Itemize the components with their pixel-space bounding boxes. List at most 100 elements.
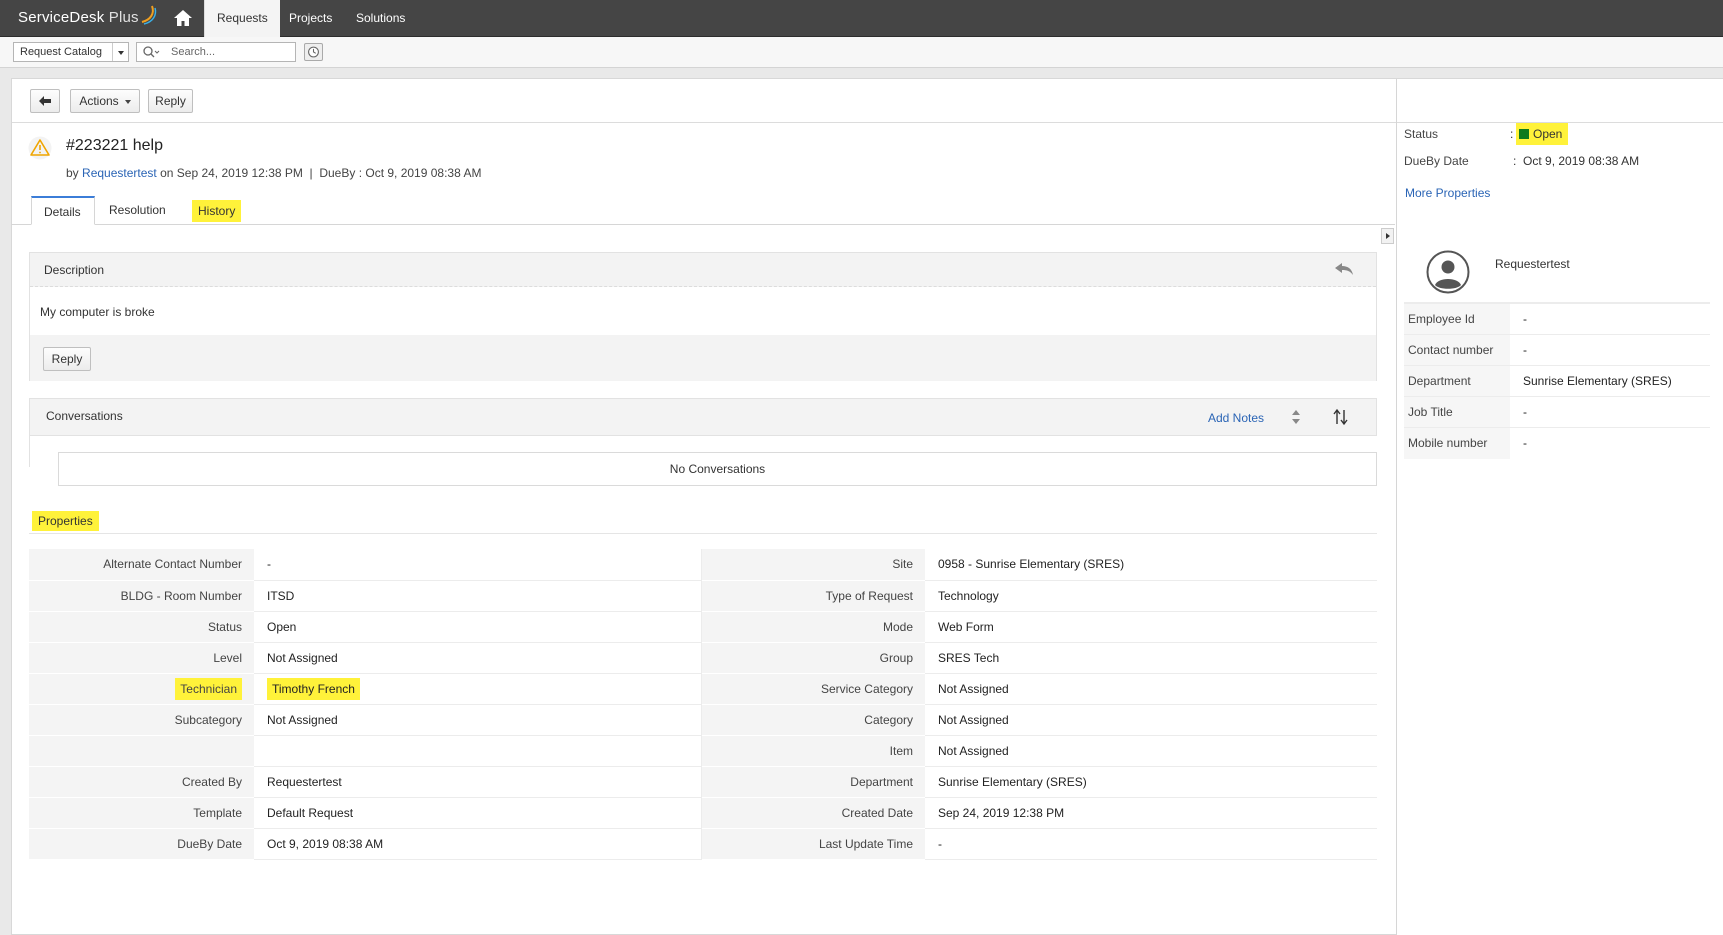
- property-label: Last Update Time: [701, 828, 925, 860]
- schedule-clock-icon[interactable]: [304, 43, 323, 61]
- reply-arrow-icon[interactable]: [1334, 262, 1354, 276]
- action-bar: Actions Reply: [12, 79, 1396, 123]
- property-value: Oct 9, 2019 08:38 AM: [254, 828, 702, 860]
- properties-title: Properties: [32, 511, 99, 531]
- property-label-text: DueBy Date: [177, 836, 242, 851]
- property-label: Status: [29, 611, 254, 643]
- property-value: SRES Tech: [925, 642, 1377, 674]
- property-value-text: Sep 24, 2019 12:38 PM: [938, 805, 1065, 820]
- add-notes-link[interactable]: Add Notes: [1208, 411, 1264, 425]
- property-value: Web Form: [925, 611, 1377, 643]
- tab-resolution[interactable]: Resolution: [97, 196, 178, 225]
- side-status-value: Open: [1516, 123, 1569, 145]
- property-label-text: Status: [207, 619, 242, 634]
- property-value-text: Timothy French: [267, 677, 360, 700]
- search-icon: [143, 46, 160, 58]
- property-label: Type of Request: [701, 580, 925, 612]
- requester-info-row: Job Title -: [1404, 396, 1710, 428]
- property-label-text: Created By: [181, 774, 242, 789]
- status-open-indicator: [1519, 129, 1529, 139]
- property-value: 0958 - Sunrise Elementary (SRES): [925, 549, 1377, 581]
- nav-tab-solutions[interactable]: Solutions: [344, 0, 417, 37]
- actions-button[interactable]: Actions: [70, 89, 140, 113]
- property-value: Requestertest: [254, 766, 702, 798]
- requester-info-value: Sunrise Elementary (SRES): [1510, 365, 1710, 397]
- requester-info-value: -: [1510, 303, 1710, 335]
- description-header: Description: [30, 253, 1376, 287]
- property-label: Mode: [701, 611, 925, 643]
- property-row: DueBy Date Oct 9, 2019 08:38 AM Last Updat…: [29, 828, 1377, 860]
- search-input[interactable]: [171, 44, 291, 60]
- back-button[interactable]: [30, 89, 60, 113]
- search-box[interactable]: [136, 42, 296, 62]
- requester-info-row: Employee Id -: [1404, 303, 1710, 335]
- property-label-text: Type of Request: [825, 588, 913, 603]
- collapse-panel-button[interactable]: [1381, 228, 1394, 244]
- property-value-text: -: [267, 557, 271, 572]
- property-row: BLDG - Room Number ITSD Type of Request Tec…: [29, 580, 1377, 612]
- property-value-text: 0958 - Sunrise Elementary (SRES): [938, 557, 1125, 572]
- logo-swoosh-icon: [141, 5, 157, 25]
- property-value: -: [925, 828, 1377, 860]
- request-catalog-select[interactable]: Request Catalog: [13, 42, 129, 62]
- property-label: Created Date: [701, 797, 925, 829]
- requester-info-label: Contact number: [1404, 334, 1510, 366]
- property-row: Technician Timothy French Service Category…: [29, 673, 1377, 705]
- property-value-text: Not Assigned: [267, 650, 338, 665]
- requester-info-row: Contact number -: [1404, 334, 1710, 366]
- property-label: Category: [701, 704, 925, 736]
- property-row: Template Default Request Created Date Sep 2…: [29, 797, 1377, 829]
- right-panel-header: [1397, 79, 1723, 123]
- dueby-text: DueBy : Oct 9, 2019 08:38 AM: [319, 166, 482, 180]
- property-label: Created By: [29, 766, 254, 798]
- meta-separator: |: [309, 166, 313, 180]
- property-label: Group: [701, 642, 925, 674]
- requester-info-value: -: [1510, 427, 1710, 459]
- property-label-text: BLDG - Room Number: [120, 588, 242, 603]
- requester-info-row: Mobile number -: [1404, 427, 1710, 459]
- property-label-text: Group: [879, 650, 913, 665]
- description-text: My computer is broke: [40, 305, 155, 319]
- sort-icon[interactable]: [1332, 408, 1350, 426]
- property-label: Service Category: [701, 673, 925, 705]
- expand-collapse-icon[interactable]: [1291, 408, 1301, 426]
- properties-table: Alternate Contact Number - Site 0958 - Sunr…: [29, 549, 1377, 860]
- description-reply-button[interactable]: Reply: [43, 347, 91, 371]
- requester-info-label: Mobile number: [1404, 427, 1510, 459]
- reply-button[interactable]: Reply: [148, 89, 193, 113]
- property-row: Level Not Assigned Group SRES Tech: [29, 642, 1377, 674]
- requester-link[interactable]: Requestertest: [82, 166, 157, 180]
- requester-info-value: -: [1510, 334, 1710, 366]
- property-value: Sep 24, 2019 12:38 PM: [925, 797, 1377, 829]
- tab-history[interactable]: History: [180, 194, 253, 228]
- property-label: Alternate Contact Number: [29, 549, 254, 581]
- property-label: BLDG - Room Number: [29, 580, 254, 612]
- description-title: Description: [44, 263, 105, 277]
- conversations-header: Conversations Add Notes: [29, 398, 1377, 436]
- app-logo[interactable]: ServiceDesk Plus: [18, 9, 139, 26]
- property-value-text: Technology: [938, 588, 999, 603]
- property-value-text: Default Request: [267, 805, 354, 820]
- property-label: Template: [29, 797, 254, 829]
- property-value: Sunrise Elementary (SRES): [925, 766, 1377, 798]
- nav-tab-projects[interactable]: Projects: [277, 0, 344, 37]
- logo-plus: Plus: [108, 9, 139, 26]
- requester-info-label: Employee Id: [1404, 303, 1510, 335]
- more-properties-link[interactable]: More Properties: [1405, 186, 1490, 200]
- description-section: Description My computer is broke Reply: [29, 252, 1377, 381]
- nav-tab-requests[interactable]: Requests: [204, 0, 280, 37]
- property-value-text: SRES Tech: [938, 650, 1000, 665]
- property-value-text: Open: [267, 619, 297, 634]
- properties-divider: [29, 533, 1377, 534]
- property-value: Open: [254, 611, 702, 643]
- logo-text: ServiceDesk: [18, 9, 105, 26]
- tab-details[interactable]: Details: [31, 196, 95, 225]
- property-label-text: Department: [850, 774, 913, 789]
- side-dueby-value: : Oct 9, 2019 08:38 AM: [1513, 154, 1639, 168]
- property-value: Not Assigned: [925, 704, 1377, 736]
- property-label: Item: [701, 735, 925, 767]
- home-icon[interactable]: [172, 8, 194, 28]
- property-row: Status Open Mode Web Form: [29, 611, 1377, 643]
- side-requester-name[interactable]: Requestertest: [1495, 257, 1570, 271]
- property-value-text: Web Form: [938, 619, 994, 634]
